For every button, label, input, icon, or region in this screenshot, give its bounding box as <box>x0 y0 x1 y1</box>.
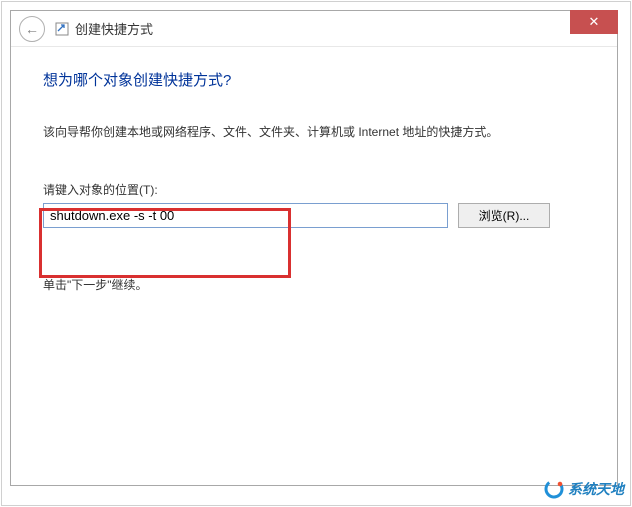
location-input[interactable] <box>43 203 448 228</box>
back-arrow-icon: ← <box>25 22 39 36</box>
watermark-logo-icon <box>544 479 564 499</box>
content-area: 想为哪个对象创建快捷方式? 该向导帮你创建本地或网络程序、文件、文件夹、计算机或… <box>11 47 617 313</box>
wizard-window: ← 创建快捷方式 ✕ 想为哪个对象创建快捷方式? 该向导帮你创建本地或网络程序、… <box>10 10 618 486</box>
watermark-text: 系统天地 <box>568 479 624 499</box>
continue-instruction: 单击"下一步"继续。 <box>43 276 585 293</box>
location-label: 请键入对象的位置(T): <box>43 181 585 198</box>
close-button[interactable]: ✕ <box>570 10 618 34</box>
titlebar: ← 创建快捷方式 ✕ <box>11 11 617 47</box>
close-icon: ✕ <box>589 14 600 30</box>
back-button[interactable]: ← <box>19 16 45 42</box>
input-row: 浏览(R)... <box>43 203 585 228</box>
browse-button[interactable]: 浏览(R)... <box>458 203 550 228</box>
watermark: 系统天地 <box>544 479 624 499</box>
shortcut-icon <box>55 22 69 36</box>
page-heading: 想为哪个对象创建快捷方式? <box>43 69 585 90</box>
window-title: 创建快捷方式 <box>75 19 153 38</box>
description-text: 该向导帮你创建本地或网络程序、文件、文件夹、计算机或 Internet 地址的快… <box>43 124 585 141</box>
